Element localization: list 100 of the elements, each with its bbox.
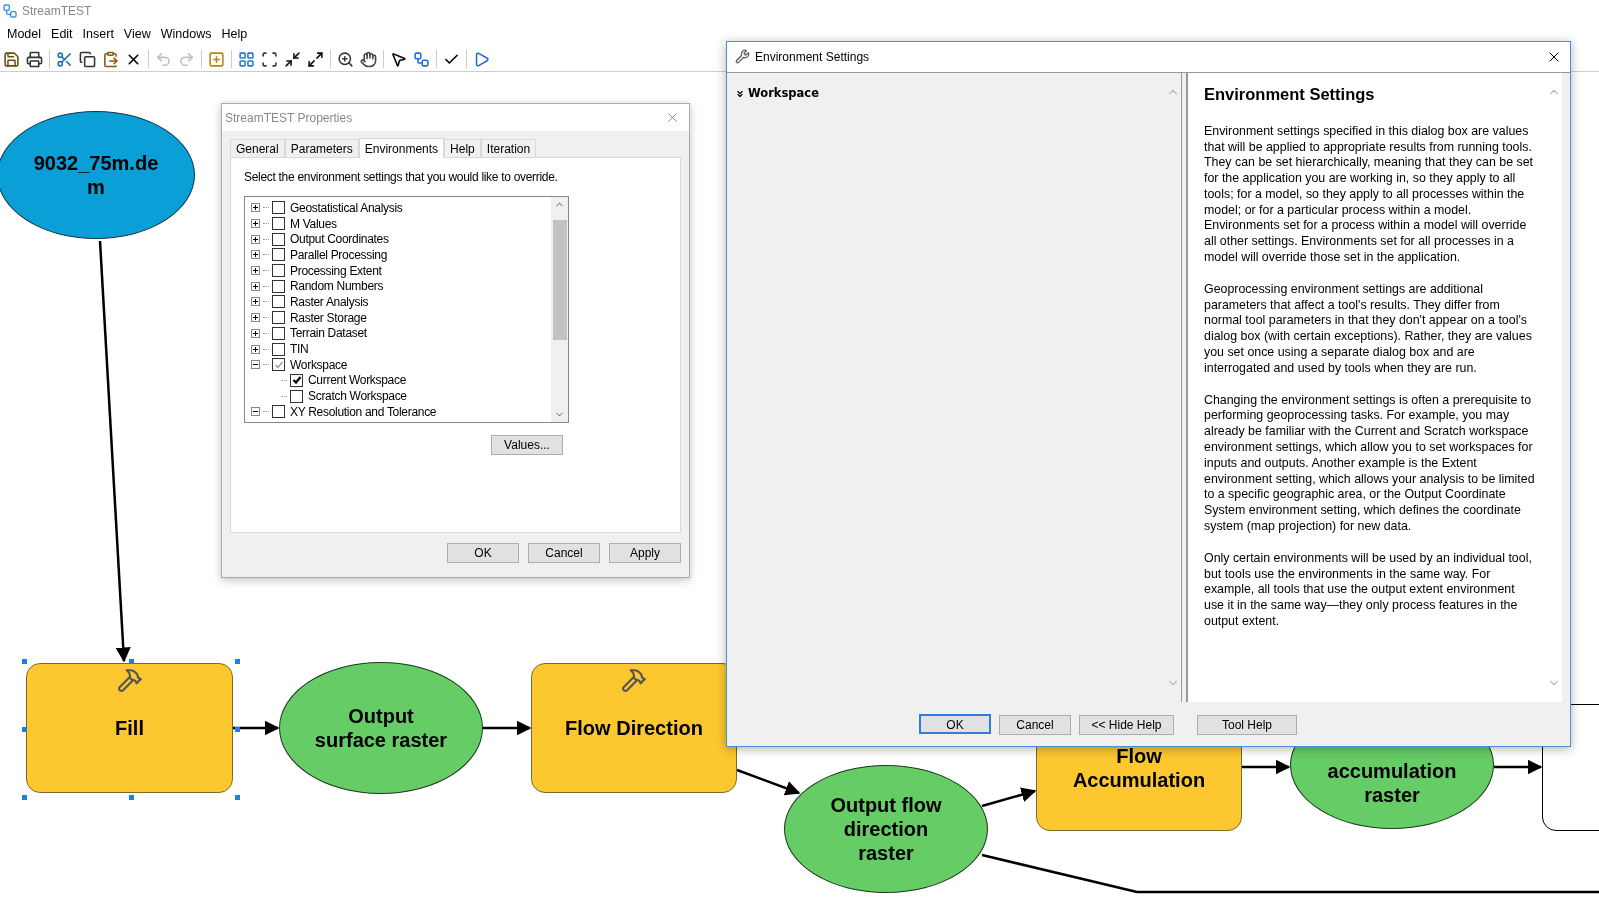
output-data-ellipse[interactable]: Output flow direction raster	[784, 765, 988, 893]
dialog-title: StreamTEST Properties	[225, 109, 353, 127]
dialog-button[interactable]: OK	[919, 714, 991, 735]
tree-checkbox[interactable]	[290, 389, 303, 403]
tree-item-label[interactable]: Terrain Dataset	[290, 324, 367, 343]
tree-checkbox[interactable]	[272, 279, 285, 293]
expand-toggle[interactable]	[251, 344, 260, 354]
scrollbar-thumb[interactable]	[552, 219, 567, 340]
tree-item-label[interactable]: Current Workspace	[308, 371, 407, 390]
tool-box[interactable]: Flow Direction	[531, 663, 737, 793]
connect-icon[interactable]	[413, 50, 430, 68]
expand-toggle[interactable]	[251, 219, 260, 229]
selection-handle[interactable]	[22, 659, 27, 664]
zoom-in-icon[interactable]	[337, 50, 354, 68]
menu-item[interactable]: View	[118, 25, 156, 44]
pointer-icon[interactable]	[390, 50, 407, 68]
connector-arrow[interactable]	[233, 720, 280, 736]
printer-icon[interactable]	[26, 50, 43, 68]
help-paragraph: Environment settings specified in this dialog box are values that will be applied to appropriate results from running tools. They can be set hierarchically, meaning that they can be set for the application you are working in, so they apply to all tools; for a model, so they apply to all processes within the model; or for a particular process within a model. Environments set for a process within a model will override all other settings. Environments set for all processes in a model will override those set in the application.	[1204, 123, 1534, 266]
app-icon	[2, 3, 18, 19]
menu-item[interactable]: Insert	[77, 25, 119, 44]
help-paragraph: Changing the environment settings is often a prerequisite to performing geoprocessing tasks. For example, you may already be familiar with the Current and Scratch workspace environment settings, which allow you to set workspaces for inputs and outputs. Another example is the Extent environment setting, which allows your analysis to be limited to a specific geographic area, or the Output Coordinate System environment setting, which defines the coordinate system (map projection) for new data.	[1204, 392, 1535, 535]
dialog-button[interactable]: OK	[447, 543, 519, 563]
expand-toggle[interactable]	[251, 266, 260, 276]
connector-arrow[interactable]	[98, 240, 131, 663]
dialog-button[interactable]: Tool Help	[1197, 715, 1297, 736]
dialog-button[interactable]: Cancel	[999, 715, 1071, 736]
tree-checkbox[interactable]	[272, 232, 285, 246]
tree-checkbox[interactable]	[272, 264, 285, 278]
selection-handle[interactable]	[235, 727, 240, 732]
expand-toggle[interactable]	[251, 250, 260, 260]
tree-checkbox[interactable]	[272, 358, 285, 372]
dialog-tab[interactable]: General	[230, 139, 285, 157]
menu-item[interactable]: Model	[2, 25, 47, 44]
expand-toggle[interactable]	[251, 281, 260, 291]
tree-item-label[interactable]: Processing Extent	[290, 261, 382, 280]
node-label: Flow Direction	[565, 716, 703, 740]
connector-line[interactable]	[981, 853, 1599, 894]
tree-checkbox[interactable]	[272, 295, 285, 309]
paste-icon[interactable]	[102, 50, 119, 68]
dialog-tab[interactable]: Help	[444, 139, 481, 157]
save-icon[interactable]	[3, 50, 20, 68]
tool-box[interactable]: Fill	[26, 663, 233, 793]
expand-toggle[interactable]	[251, 328, 260, 338]
tree-checkbox[interactable]	[272, 311, 285, 325]
collapse-toggle[interactable]	[251, 407, 260, 417]
play-icon[interactable]	[473, 50, 490, 68]
tree-item-label[interactable]: Geostatistical Analysis	[290, 198, 403, 217]
dialog-button[interactable]: << Hide Help	[1079, 715, 1174, 736]
node-label: accumulation raster	[1326, 759, 1458, 807]
tree-checkbox[interactable]	[272, 342, 285, 356]
values-button[interactable]: Values...	[491, 435, 563, 455]
hand-icon[interactable]	[360, 50, 377, 68]
tree-checkbox[interactable]	[272, 405, 285, 419]
dialog-tab[interactable]: Iteration	[480, 139, 537, 157]
section-header[interactable]: Workspace	[735, 84, 819, 103]
dialog-title: Environment Settings	[755, 48, 870, 66]
tree-checkbox[interactable]	[290, 373, 303, 387]
dialog-tab[interactable]: Parameters	[284, 139, 359, 157]
selection-handle[interactable]	[22, 795, 27, 800]
tree-item-label[interactable]: Raster Storage	[290, 308, 367, 327]
dialog-tab[interactable]: Environments	[358, 138, 445, 158]
shrink-icon[interactable]	[284, 50, 301, 68]
menu-item[interactable]: Edit	[46, 25, 78, 44]
input-data-ellipse[interactable]: 9032_75m.dem	[0, 111, 195, 239]
menu-item[interactable]: Help	[216, 25, 253, 44]
selection-handle[interactable]	[235, 795, 240, 800]
connector-arrow[interactable]	[981, 787, 1037, 808]
add-icon[interactable]	[208, 50, 225, 68]
connector-arrow[interactable]	[1494, 759, 1543, 775]
selection-handle[interactable]	[22, 727, 27, 732]
selection-handle[interactable]	[235, 659, 240, 664]
scrollbar[interactable]	[551, 197, 568, 422]
tree-checkbox[interactable]	[272, 201, 285, 215]
collapse-toggle[interactable]	[251, 360, 260, 370]
node-label: Flow Accumulation	[1071, 743, 1207, 792]
help-title: Environment Settings	[1204, 83, 1376, 105]
connector-arrow[interactable]	[483, 720, 532, 736]
scissors-icon[interactable]	[56, 50, 73, 68]
expand-icon[interactable]	[307, 50, 324, 68]
tree-checkbox[interactable]	[272, 326, 285, 340]
grid-icon[interactable]	[238, 50, 255, 68]
dialog-button[interactable]: Cancel	[528, 543, 600, 563]
hammer-icon	[116, 667, 143, 693]
tree-item-label[interactable]: M Values	[290, 214, 337, 233]
tree-checkbox[interactable]	[272, 217, 285, 231]
selection-handle[interactable]	[128, 795, 134, 800]
output-data-ellipse[interactable]: Output surface raster	[279, 662, 483, 794]
copy-icon[interactable]	[79, 50, 96, 68]
selection-handle[interactable]	[128, 659, 134, 664]
expand-toggle[interactable]	[251, 297, 260, 307]
connector-arrow[interactable]	[1242, 759, 1291, 775]
menu-item[interactable]: Windows	[155, 25, 217, 44]
tree-checkbox[interactable]	[272, 248, 285, 262]
dialog-button[interactable]: Apply	[609, 543, 681, 563]
expand-toggle[interactable]	[251, 234, 260, 244]
fit-icon[interactable]	[261, 50, 278, 68]
connector-arrow[interactable]	[736, 768, 801, 796]
expand-toggle[interactable]	[251, 203, 260, 213]
expand-toggle[interactable]	[251, 313, 260, 323]
